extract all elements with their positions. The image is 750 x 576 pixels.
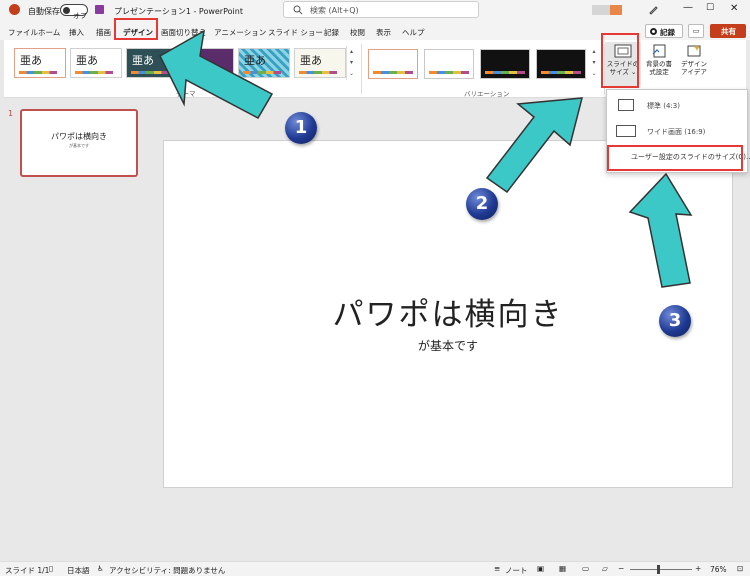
powerpoint-window: 自動保存 オフ プレゼンテーション1 - PowerPoint 検索 (Alt+… bbox=[0, 0, 750, 576]
arrow-1-icon bbox=[159, 29, 274, 119]
arrow-3-icon bbox=[628, 172, 693, 288]
step-3-badge: 3 bbox=[659, 305, 691, 337]
arrow-2-icon bbox=[485, 97, 583, 194]
step-2-badge: 2 bbox=[466, 188, 498, 220]
step-1-badge: 1 bbox=[285, 112, 317, 144]
annotation-arrows bbox=[159, 29, 693, 288]
